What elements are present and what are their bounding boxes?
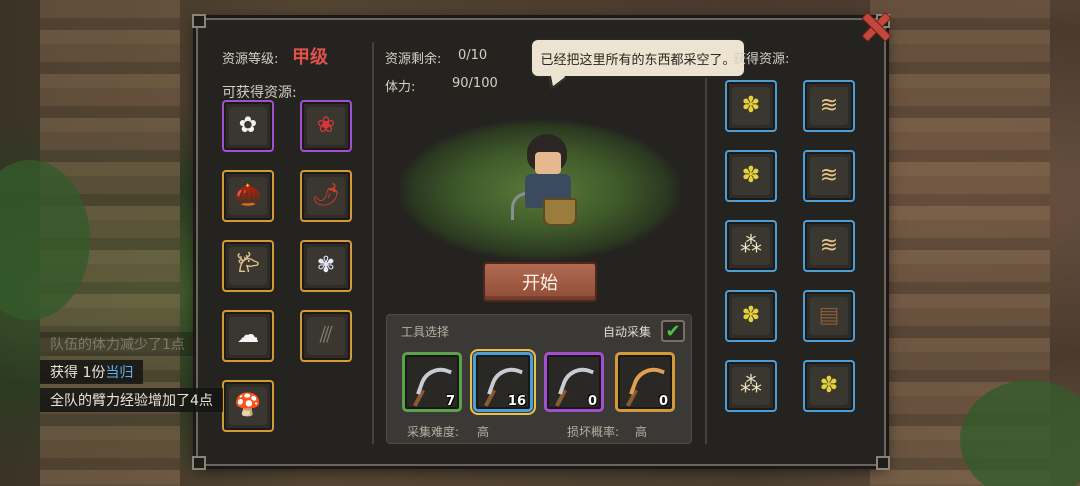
- start-button[interactable]: 开始: [483, 262, 597, 302]
- obtained-slot[interactable]: ≋: [803, 80, 855, 132]
- panel-corner: [876, 456, 890, 470]
- obtained-slot[interactable]: ▤: [803, 290, 855, 342]
- speech-bubble: 已经把这里所有的东西都采空了。: [530, 38, 746, 78]
- tool-slot[interactable]: 7: [402, 352, 462, 412]
- cotton-icon: ☁: [237, 323, 259, 348]
- grade-value: 甲级: [292, 47, 328, 68]
- obtained-slot[interactable]: ✽: [725, 150, 777, 202]
- break-chance-label: 损坏概率:: [567, 425, 620, 439]
- auto-gather-checkbox[interactable]: ✔: [661, 320, 685, 342]
- remaining-label: 资源剩余:: [385, 52, 442, 67]
- log-entry-exp: 全队的臂力经验增加了4点: [40, 388, 223, 412]
- obtained-slot[interactable]: ⁂: [725, 360, 777, 412]
- obtainable-resource-list[interactable]: ✿ ❀ 🌰 🌶 𐂂 ✾ ☁ ⫻ 🍄: [214, 100, 364, 440]
- stamina-label: 体力:: [385, 80, 416, 95]
- divider: [372, 42, 374, 444]
- tool-count: 0: [587, 394, 597, 409]
- obtained-slot[interactable]: ≋: [803, 220, 855, 272]
- resource-slot[interactable]: ✿: [222, 100, 274, 152]
- resource-slot[interactable]: ❀: [300, 100, 352, 152]
- player-character: [511, 132, 585, 232]
- red-flower-icon: ❀: [316, 113, 336, 138]
- yellow-flower-icon: ✽: [819, 373, 839, 398]
- obtained-slot[interactable]: ✽: [725, 80, 777, 132]
- tool-count: 7: [445, 394, 455, 409]
- obtained-slot[interactable]: ✽: [803, 360, 855, 412]
- bark-icon: ▤: [818, 303, 840, 328]
- root-icon: 🌰: [234, 183, 262, 208]
- wood-chips-icon: ≋: [819, 233, 839, 258]
- yellow-flower-icon: ✽: [741, 303, 761, 328]
- basket-icon: [543, 198, 577, 226]
- auto-gather-label: 自动采集: [603, 325, 652, 339]
- resource-slot[interactable]: 𐂂: [222, 240, 274, 292]
- break-chance-value: 高: [635, 425, 648, 439]
- wood-chips-icon: ≋: [819, 163, 839, 188]
- obtainable-label: 可获得资源:: [222, 85, 297, 101]
- wildflower-icon: ✾: [316, 253, 336, 278]
- divider: [705, 42, 707, 444]
- yellow-flower-icon: ✽: [741, 93, 761, 118]
- difficulty-label: 采集难度:: [407, 425, 460, 439]
- yellow-flower-icon: ✽: [741, 163, 761, 188]
- grade-label: 资源等级:: [222, 52, 279, 67]
- stamina-value: 90/100: [452, 76, 498, 91]
- tool-slot[interactable]: 0: [544, 352, 604, 412]
- resource-slot[interactable]: 🍄: [222, 380, 274, 432]
- resource-slot[interactable]: ⫻: [300, 310, 352, 362]
- panel-corner: [192, 456, 206, 470]
- white-flower-icon: ✿: [238, 113, 258, 138]
- tool-count: 0: [658, 394, 668, 409]
- log-entry-faded: 队伍的体力减少了1点: [40, 332, 195, 356]
- remaining-value: 0/10: [458, 48, 488, 63]
- log-obtained-text: 获得 1份: [50, 365, 106, 381]
- tool-slot-selected[interactable]: 16: [470, 349, 536, 415]
- log-obtained-item: 当归: [105, 365, 134, 381]
- wood-chips-icon: ≋: [819, 93, 839, 118]
- obtained-slot[interactable]: ⁂: [725, 220, 777, 272]
- resource-slot[interactable]: ☁: [222, 310, 274, 362]
- obtained-resources-title: 获得资源:: [733, 52, 790, 67]
- log-entry-obtained: 获得 1份 当归: [40, 360, 144, 384]
- seeds-icon: ⁂: [740, 373, 762, 398]
- resource-slot[interactable]: 🌰: [222, 170, 274, 222]
- obtained-slot[interactable]: ✽: [725, 290, 777, 342]
- tool-selection-title: 工具选择: [401, 325, 450, 339]
- ginseng-icon: 𐂂: [236, 253, 260, 278]
- wood-sticks-icon: ⫻: [319, 323, 333, 348]
- seeds-icon: ⁂: [740, 233, 762, 258]
- obtained-slot[interactable]: ≋: [803, 150, 855, 202]
- tool-slot[interactable]: 0: [615, 352, 675, 412]
- close-icon[interactable]: [857, 8, 893, 44]
- tool-count: 16: [507, 394, 526, 409]
- resource-slot[interactable]: ✾: [300, 240, 352, 292]
- red-herb-icon: 🌶: [312, 183, 340, 208]
- mushroom-icon: 🍄: [234, 393, 262, 418]
- difficulty-value: 高: [477, 425, 490, 439]
- resource-slot[interactable]: 🌶: [300, 170, 352, 222]
- panel-corner: [192, 14, 206, 28]
